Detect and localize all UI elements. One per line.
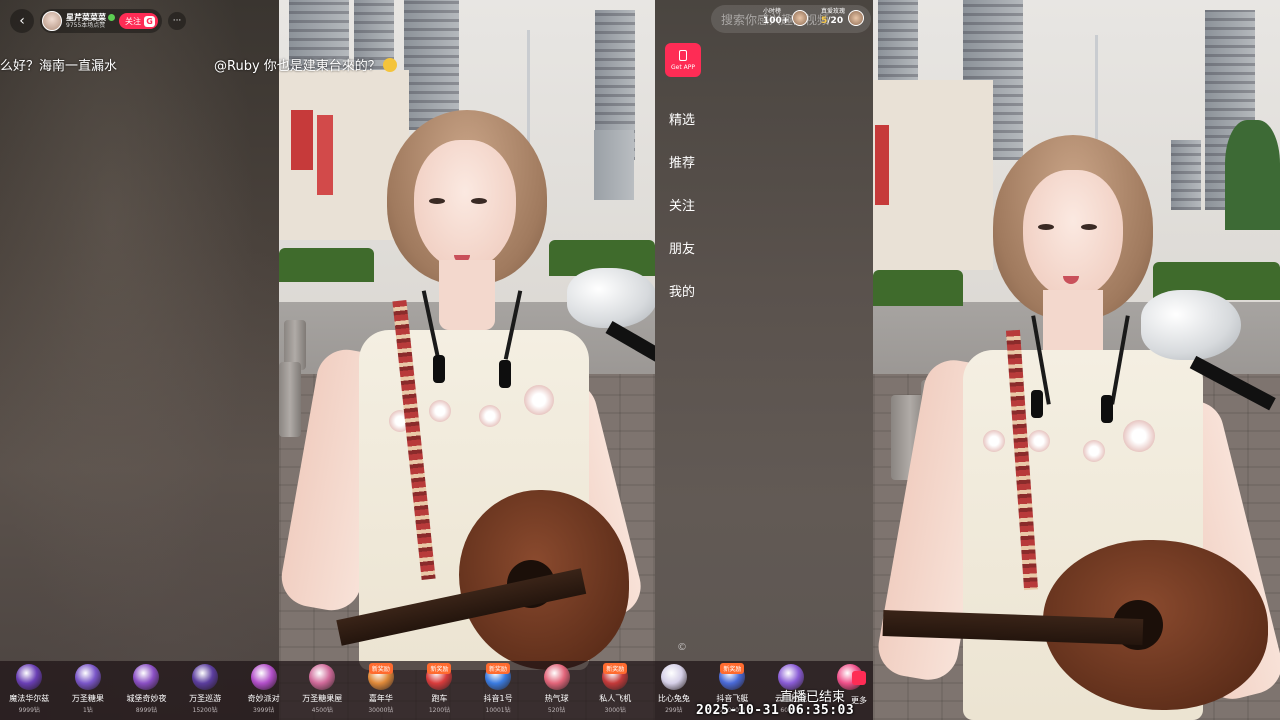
gift-icon (192, 664, 219, 690)
gift-name: 私人飞机 (599, 694, 632, 703)
gift-icon (16, 664, 43, 690)
danmaku-comment: @Ruby 你也是建東台來的？ (214, 55, 397, 74)
gift-name: 嘉年华 (368, 694, 393, 703)
gift-item[interactable]: 万圣糖果 1钻 (59, 661, 118, 720)
side-menu-item-me[interactable]: 我的 (669, 284, 695, 327)
fan-club-icon: G (144, 15, 155, 27)
preview-scene (873, 0, 1280, 720)
new-gift-badge: 新奖励 (427, 663, 452, 674)
gift-price: 15200钻 (192, 707, 218, 714)
gift-price: 30000钻 (368, 707, 394, 714)
gift-name: 抖音1号 (483, 694, 513, 703)
get-app-button[interactable]: Get APP (665, 43, 701, 77)
gift-name: 万圣糖果 (71, 694, 104, 703)
gift-icon (74, 664, 101, 690)
gift-item[interactable]: 新奖励嘉年华 30000钻 (352, 661, 411, 720)
gift-box-icon (852, 671, 866, 685)
more-options-button[interactable]: ··· (168, 12, 186, 30)
phone-icon (679, 49, 687, 61)
host-name: 星芹菜菜菜 (66, 12, 106, 22)
gift-item[interactable]: 新奖励抖音1号 10001钻 (469, 661, 528, 720)
new-gift-badge: 新奖励 (486, 663, 511, 674)
gift-price: 520钻 (547, 707, 566, 714)
left-blur-panel (0, 0, 279, 720)
follow-button[interactable]: 关注 G (119, 13, 158, 29)
rank-title: 小时榜 (763, 8, 782, 15)
gift-item[interactable]: 奇妙派对 3999钻 (234, 661, 293, 720)
hourly-rank-chip[interactable]: 小时榜 100+ (763, 8, 809, 26)
gift-item[interactable]: 魔法华尔兹 9999钻 (0, 661, 59, 720)
side-menu-item-featured[interactable]: 精选 (669, 112, 695, 155)
danmaku-text: 么好？海南一直漏水 (0, 59, 118, 74)
gift-price: 10001钻 (485, 707, 511, 714)
rank-title: 真爱玫瑰 (821, 8, 846, 15)
verified-badge-icon (108, 13, 115, 21)
gift-price: 3000钻 (604, 707, 626, 714)
video-scene (279, 0, 655, 720)
ellipsis-icon: ··· (172, 16, 182, 26)
back-arrow-icon: ‹ (19, 13, 25, 29)
follow-label: 关注 (125, 16, 141, 26)
gift-price: 299钻 (665, 707, 683, 714)
side-menu-item-following[interactable]: 关注 (669, 198, 695, 241)
new-gift-badge: 新奖励 (720, 663, 745, 674)
get-app-label: Get APP (671, 63, 695, 71)
gift-icon (250, 664, 277, 690)
gift-item[interactable]: 新奖励私人飞机 3000钻 (586, 661, 645, 720)
gift-name: 热气球 (544, 694, 569, 703)
live-stream-video[interactable] (279, 0, 655, 720)
rank-value: 5/20 (821, 17, 845, 26)
side-menu-item-friends[interactable]: 朋友 (669, 241, 695, 284)
rank-value: 100+ (763, 16, 790, 26)
host-info-bar: ‹ 星芹菜菜菜 9755本场点赞 关注 G ··· (10, 9, 186, 33)
host-pill[interactable]: 星芹菜菜菜 9755本场点赞 关注 G (40, 9, 162, 33)
gift-item[interactable]: 城堡奇妙夜 8999钻 (117, 661, 176, 720)
live-stream-preview[interactable] (873, 0, 1280, 720)
new-gift-badge: 新奖励 (368, 663, 393, 674)
gift-price: 8999钻 (135, 707, 158, 714)
gift-icon (133, 664, 160, 690)
gift-name: 万圣巡游 (189, 694, 222, 703)
gift-name: 万圣糖果屋 (302, 694, 343, 703)
gift-price: 9999钻 (18, 707, 40, 714)
danmaku-comment: 么好？海南一直漏水 (0, 55, 117, 74)
gift-item[interactable]: 新奖励跑车 1200钻 (410, 661, 469, 720)
gift-item[interactable]: 万圣糖果屋 4500钻 (293, 661, 352, 720)
gift-name: 跑车 (431, 694, 448, 703)
gift-icon (543, 664, 570, 690)
timestamp-overlay: 2025-10-31 06:35:03 (696, 703, 855, 718)
gift-icon (309, 664, 336, 690)
gift-name: 比心兔兔 (657, 694, 690, 703)
gift-price: 1钻 (82, 707, 93, 714)
rose-rank-chip[interactable]: 真爱玫瑰 5/20 (821, 8, 865, 26)
host-avatar[interactable] (42, 11, 62, 31)
back-button[interactable]: ‹ (10, 9, 34, 33)
gift-price: 4500钻 (311, 707, 333, 714)
gift-item[interactable]: 比心兔兔 299钻 (645, 661, 704, 720)
gift-price: 1200钻 (428, 707, 451, 714)
gift-name: 魔法华尔兹 (9, 694, 50, 703)
host-like-count: 9755本场点赞 (66, 21, 106, 29)
copyright-icon: © (677, 642, 687, 653)
side-menu-item-recommend[interactable]: 推荐 (669, 155, 695, 198)
side-menu-panel (655, 0, 873, 720)
rank-value-rest: /20 (827, 16, 844, 26)
gift-icon (660, 664, 687, 690)
gift-price: 3999钻 (253, 707, 275, 714)
gift-name: 城堡奇妙夜 (126, 694, 167, 703)
new-gift-badge: 新奖励 (603, 663, 628, 674)
gift-item[interactable]: 万圣巡游 15200钻 (176, 661, 235, 720)
danmaku-text: @Ruby 你也是建東台來的？ (214, 59, 381, 74)
emoji-icon (382, 58, 397, 72)
rank-avatar (792, 9, 809, 26)
gift-name: 奇妙派对 (247, 694, 280, 703)
side-menu: 精选 推荐 关注 朋友 我的 (669, 112, 695, 327)
rank-avatar (848, 9, 865, 26)
host-name-row: 星芹菜菜菜 (66, 12, 115, 22)
more-gifts-button[interactable]: 更多 (851, 671, 867, 706)
gift-item[interactable]: 热气球 520钻 (527, 661, 586, 720)
